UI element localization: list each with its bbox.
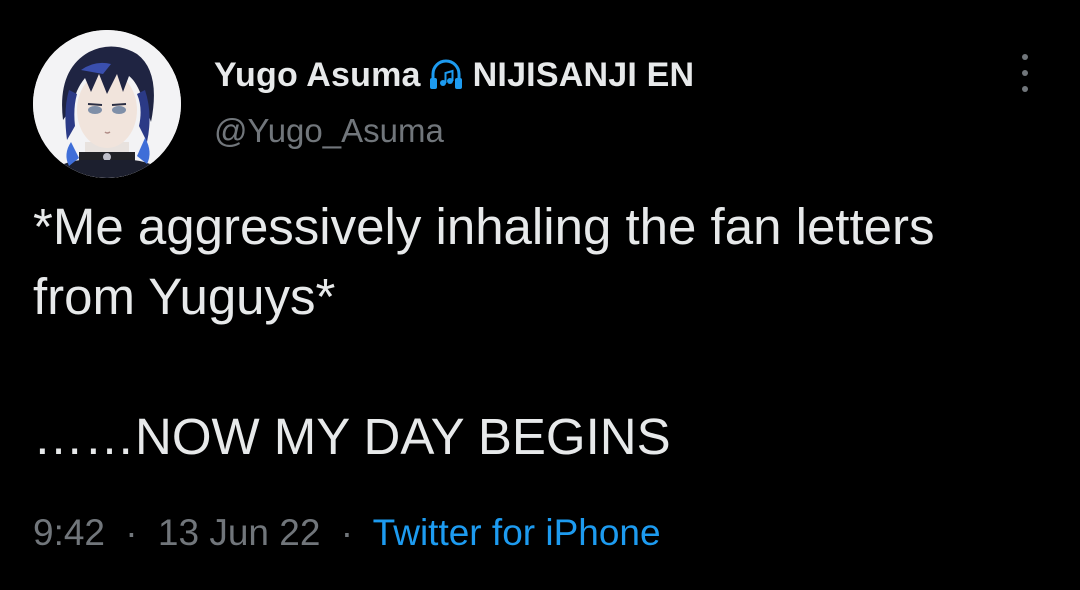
author-handle[interactable]: @Yugo_Asuma xyxy=(214,112,444,150)
tweet-source-link[interactable]: Twitter for iPhone xyxy=(373,512,661,553)
avatar-image xyxy=(33,30,181,178)
tweet-time[interactable]: 9:42 xyxy=(33,512,105,553)
meta-separator: · xyxy=(340,512,354,553)
author-name-row[interactable]: Yugo Asuma NIJISANJI EN xyxy=(214,52,694,98)
tweet-text: *Me aggressively inhaling the fan letter… xyxy=(33,198,935,465)
more-vertical-icon xyxy=(1022,54,1028,60)
meta-separator: · xyxy=(125,512,138,553)
tweet-date[interactable]: 13 Jun 22 xyxy=(158,512,321,553)
more-options-button[interactable] xyxy=(1008,54,1042,92)
display-name[interactable]: Yugo Asuma xyxy=(214,56,421,95)
headphones-icon xyxy=(427,56,465,94)
tweet-meta: 9:42 · 13 Jun 22 · Twitter for iPhone xyxy=(33,512,661,554)
more-vertical-icon-dot xyxy=(1022,86,1028,92)
affiliation-label[interactable]: NIJISANJI EN xyxy=(473,56,695,95)
avatar[interactable] xyxy=(33,30,181,178)
more-vertical-icon-dot xyxy=(1022,70,1028,76)
tweet-detail: Yugo Asuma NIJISANJI EN @Yugo_Asuma *Me … xyxy=(0,0,1080,590)
